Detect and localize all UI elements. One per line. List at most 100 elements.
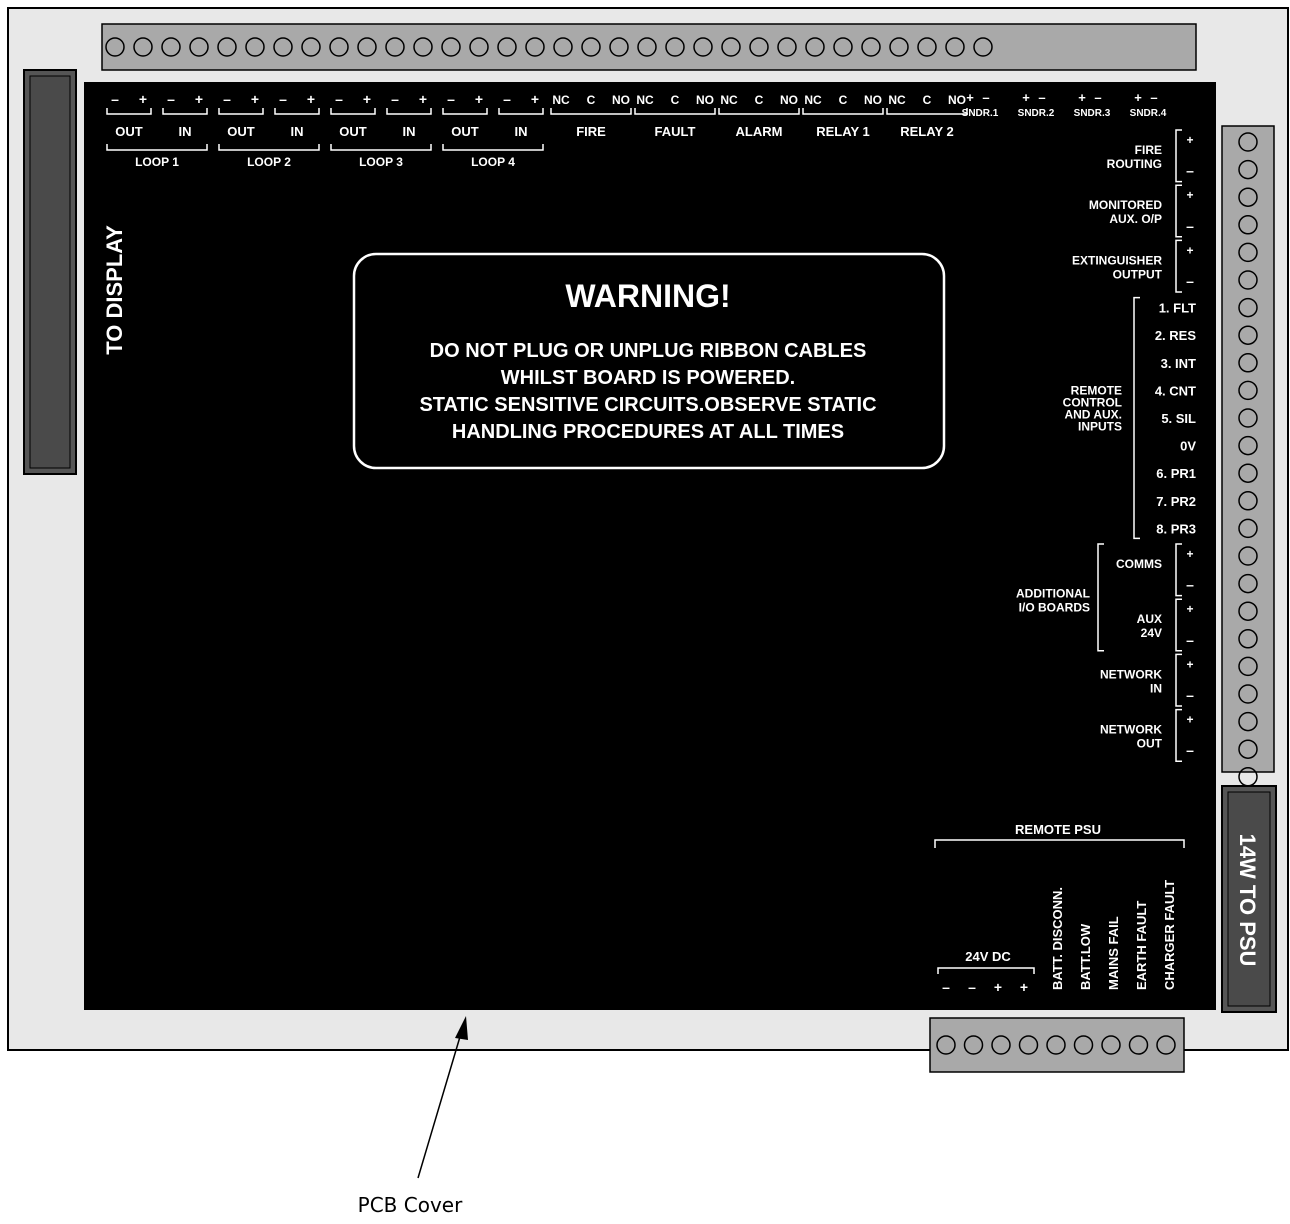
relay-pin-label: NC xyxy=(636,93,654,107)
extinguisher-label: OUTPUT xyxy=(1113,267,1163,281)
to-psu-label: 14W TO PSU xyxy=(1235,834,1260,967)
polarity-label: – xyxy=(111,91,119,107)
polarity-label: – xyxy=(1186,577,1194,593)
remote-control-label: INPUTS xyxy=(1078,419,1122,433)
polarity-label: – xyxy=(335,91,343,107)
loop-sub-label: OUT xyxy=(115,124,143,139)
relay-label: ALARM xyxy=(736,124,783,139)
top-terminal-strip xyxy=(101,23,1197,71)
polarity-label: – xyxy=(942,979,950,995)
psu-signal-label: BATT. DISCONN. xyxy=(1050,887,1065,990)
remote-input-label: 4. CNT xyxy=(1155,383,1196,398)
polarity-label: – xyxy=(1186,632,1194,648)
polarity-label: – xyxy=(1186,218,1194,234)
loop-label: LOOP 4 xyxy=(471,155,515,169)
polarity-label: – xyxy=(447,91,455,107)
network-out-label: NETWORK xyxy=(1100,723,1162,737)
additional-io-label: I/O BOARDS xyxy=(1019,601,1090,615)
additional-io-label: ADDITIONAL xyxy=(1016,587,1090,601)
polarity-label: + xyxy=(1186,657,1193,671)
remote-input-label: 5. SIL xyxy=(1161,411,1196,426)
polarity-label: + xyxy=(419,91,427,107)
polarity-label: + xyxy=(966,90,974,105)
loop-label: LOOP 3 xyxy=(359,155,403,169)
polarity-label: + xyxy=(139,91,147,107)
monitored-aux-label: AUX. O/P xyxy=(1109,212,1162,226)
relay-pin-label: C xyxy=(755,93,764,107)
polarity-label: + xyxy=(1020,979,1028,995)
relay-label: FIRE xyxy=(576,124,606,139)
polarity-label: + xyxy=(307,91,315,107)
polarity-label: + xyxy=(251,91,259,107)
remote-psu-label: REMOTE PSU xyxy=(1015,822,1101,837)
relay-pin-label: NC xyxy=(720,93,738,107)
polarity-label: + xyxy=(363,91,371,107)
polarity-label: – xyxy=(982,90,989,105)
polarity-label: – xyxy=(1186,742,1194,758)
relay-pin-label: NC xyxy=(552,93,570,107)
psu-signal-label: EARTH FAULT xyxy=(1134,901,1149,990)
polarity-label: – xyxy=(167,91,175,107)
loop-sub-label: IN xyxy=(291,124,304,139)
psu-signal-label: MAINS FAIL xyxy=(1106,916,1121,990)
relay-pin-label: C xyxy=(839,93,848,107)
relay-pin-label: C xyxy=(587,93,596,107)
warning-line-4: HANDLING PROCEDURES AT ALL TIMES xyxy=(452,421,844,443)
extinguisher-label: EXTINGUISHER xyxy=(1072,253,1162,267)
loop-sub-label: OUT xyxy=(451,124,479,139)
loop-label: LOOP 1 xyxy=(135,155,179,169)
warning-line-1: DO NOT PLUG OR UNPLUG RIBBON CABLES xyxy=(430,340,867,362)
relay-pin-label: NO xyxy=(696,93,714,107)
remote-input-label: 8. PR3 xyxy=(1156,521,1196,536)
polarity-label: + xyxy=(1186,133,1193,147)
loop-sub-label: OUT xyxy=(227,124,255,139)
relay-label: RELAY 2 xyxy=(900,124,953,139)
warning-line-3: STATIC SENSITIVE CIRCUITS.OBSERVE STATIC xyxy=(419,394,876,416)
remote-input-label: 1. FLT xyxy=(1159,301,1196,316)
polarity-label: + xyxy=(531,91,539,107)
loop-sub-label: IN xyxy=(179,124,192,139)
loop-sub-label: IN xyxy=(515,124,528,139)
loop-sub-label: IN xyxy=(403,124,416,139)
relay-label: FAULT xyxy=(655,124,696,139)
pcb-cover xyxy=(84,82,1216,1010)
relay-pin-label: NO xyxy=(780,93,798,107)
polarity-label: + xyxy=(1186,602,1193,616)
warning-title: WARNING! xyxy=(565,278,730,314)
polarity-label: + xyxy=(195,91,203,107)
polarity-label: – xyxy=(1038,90,1045,105)
relay-label: RELAY 1 xyxy=(816,124,869,139)
network-in-label: IN xyxy=(1150,681,1162,695)
polarity-label: – xyxy=(1186,273,1194,289)
relay-pin-label: NC xyxy=(804,93,822,107)
warning-line-2: WHILST BOARD IS POWERED. xyxy=(501,367,795,389)
psu-signal-label: BATT.LOW xyxy=(1078,923,1093,990)
sounder-label: SNDR.2 xyxy=(1018,108,1055,119)
bottom-terminal-strip xyxy=(929,1017,1185,1073)
monitored-aux-label: MONITORED xyxy=(1089,198,1162,212)
sounder-label: SNDR.4 xyxy=(1130,108,1167,119)
loop-sub-label: OUT xyxy=(339,124,367,139)
aux-24v-label: 24V xyxy=(1141,626,1162,640)
polarity-label: – xyxy=(391,91,399,107)
relay-pin-label: C xyxy=(923,93,932,107)
polarity-label: – xyxy=(1186,687,1194,703)
supply-label: 24V DC xyxy=(965,949,1011,964)
polarity-label: – xyxy=(1186,163,1194,179)
polarity-label: + xyxy=(1078,90,1086,105)
sounder-label: SNDR.1 xyxy=(962,108,999,119)
remote-input-label: 6. PR1 xyxy=(1156,466,1196,481)
polarity-label: + xyxy=(1186,188,1193,202)
relay-pin-label: C xyxy=(671,93,680,107)
polarity-label: – xyxy=(223,91,231,107)
polarity-label: – xyxy=(968,979,976,995)
network-out-label: OUT xyxy=(1137,737,1163,751)
relay-pin-label: NO xyxy=(612,93,630,107)
polarity-label: – xyxy=(1094,90,1101,105)
polarity-label: – xyxy=(1150,90,1157,105)
fire-routing-label: ROUTING xyxy=(1107,157,1162,171)
remote-input-label: 3. INT xyxy=(1161,356,1196,371)
remote-input-label: 7. PR2 xyxy=(1156,494,1196,509)
callout-label: PCB Cover xyxy=(358,1193,463,1217)
remote-input-label: 0V xyxy=(1180,439,1196,454)
